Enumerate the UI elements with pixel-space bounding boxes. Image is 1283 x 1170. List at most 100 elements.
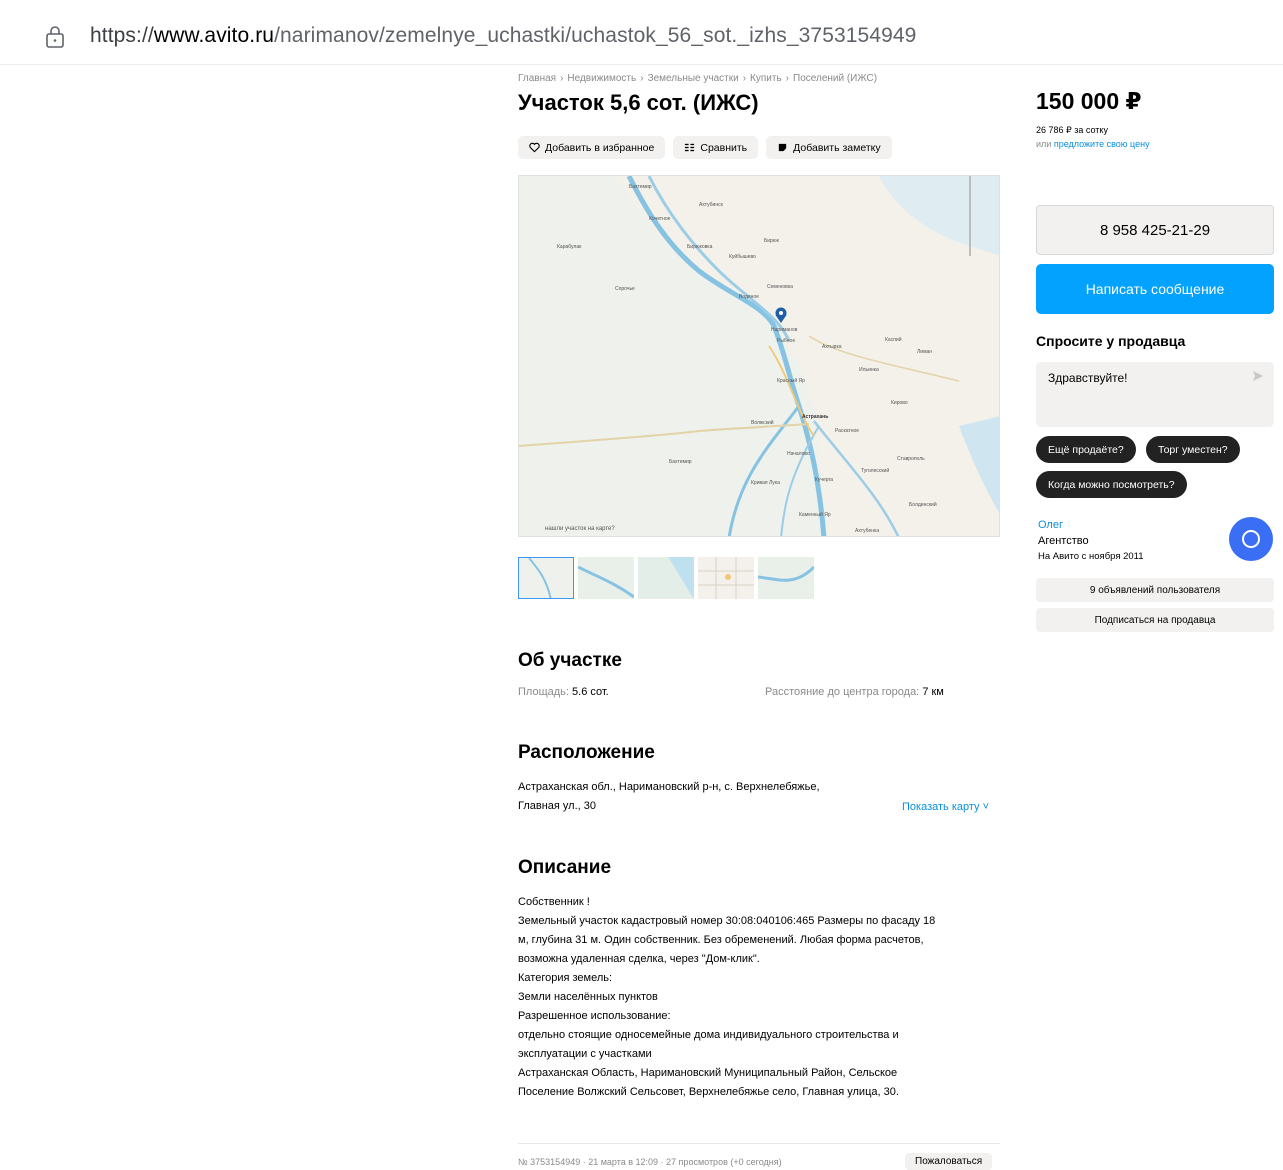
description-line: Земли населённых пунктов — [518, 991, 658, 1003]
note-icon — [778, 143, 787, 152]
area-label: Площадь: — [518, 686, 569, 698]
description-line: Астраханская Область, Наримановский Муни… — [518, 1067, 898, 1079]
compare-button[interactable]: Сравнить — [673, 136, 759, 159]
thumbnail-3[interactable] — [638, 557, 694, 599]
send-icon[interactable] — [1252, 370, 1264, 382]
breadcrumb-item-realty[interactable]: Недвижимость — [567, 73, 636, 84]
distance-label: Расстояние до центра города: — [765, 686, 920, 698]
map-label: Семеновка — [767, 284, 793, 290]
complain-button[interactable]: Пожаловаться — [905, 1153, 993, 1170]
add-note-button[interactable]: Добавить заметку — [766, 136, 892, 159]
map-label: Кривая Лука — [751, 480, 780, 486]
seller-type: Агентство — [1038, 535, 1089, 547]
map-label: Нариманов — [771, 327, 798, 333]
heart-icon — [529, 142, 540, 153]
about-heading: Об участке — [518, 650, 622, 671]
map-label: Бахтемир — [669, 459, 692, 465]
quick-reply-when-view[interactable]: Когда можно посмотреть? — [1036, 471, 1187, 498]
map-label: Каменный Яр — [799, 511, 831, 518]
listing-actions: Добавить в избранное Сравнить Добавить з… — [518, 136, 892, 159]
map-label: Ильинка — [859, 367, 879, 373]
phone-button[interactable]: 8 958 425-21-29 — [1036, 205, 1274, 255]
add-note-label: Добавить заметку — [793, 141, 881, 154]
map-label: Бирюк — [764, 238, 780, 244]
description-line: возможна удаленная сделка, через "Дом-кл… — [518, 953, 760, 965]
ask-seller-text: Здравствуйте! — [1048, 371, 1128, 385]
map-label: Началово — [787, 451, 810, 457]
add-to-favorites-button[interactable]: Добавить в избранное — [518, 136, 666, 159]
thumbnail-4[interactable] — [698, 557, 754, 599]
offer-price-link[interactable]: предложите свою цену — [1054, 139, 1150, 149]
compare-icon — [685, 143, 695, 152]
compare-label: Сравнить — [700, 141, 748, 154]
map-label: Бирюковка — [687, 244, 713, 250]
description-line: отдельно стоящие односемейные дома индив… — [518, 1029, 899, 1041]
map-label: Куйбышево — [729, 253, 756, 260]
offer-price: или предложите свою цену — [1036, 139, 1150, 149]
map-label: Ставрополь — [897, 456, 925, 462]
image-thumbnails — [518, 557, 814, 599]
browser-address-bar: https://www.avito.ru/narimanov/zemelnye_… — [0, 0, 1283, 65]
breadcrumb-item-izhs[interactable]: Поселений (ИЖС) — [793, 73, 877, 84]
lock-icon[interactable] — [45, 26, 65, 48]
area-param: Площадь: 5.6 сот. — [518, 686, 609, 698]
divider — [518, 1143, 1000, 1144]
map-label: Волжский — [751, 419, 774, 426]
map-label: Ахтубенка — [855, 528, 879, 534]
write-message-button[interactable]: Написать сообщение — [1036, 264, 1274, 314]
description-line: Земельный участок кадастровый номер 30:0… — [518, 915, 936, 927]
listing-map-image[interactable]: Бахтемир Ахтубинск Кочетное Карабулак Би… — [518, 175, 1000, 537]
map-drawing: Бахтемир Ахтубинск Кочетное Карабулак Би… — [519, 176, 999, 536]
location-heading: Расположение — [518, 742, 655, 763]
map-scrollbar[interactable] — [969, 176, 971, 256]
breadcrumb-separator: › — [785, 73, 789, 84]
distance-value: 7 км — [922, 686, 944, 698]
description-line: эксплуатации с участками — [518, 1048, 652, 1060]
map-label: Ахтырка — [822, 344, 842, 350]
description-line: Собственник ! — [518, 896, 590, 908]
breadcrumb-separator: › — [742, 73, 747, 84]
description-line: м, глубина 31 м. Один собственник. Без о… — [518, 934, 924, 946]
map-caption: нашли участок на карте? — [545, 526, 615, 532]
description-text: Собственник ! Земельный участок кадастро… — [518, 893, 998, 1102]
thumbnail-5[interactable] — [758, 557, 814, 599]
avatar[interactable] — [1229, 517, 1273, 561]
listing-meta: № 3753154949 · 21 марта в 12:09 · 27 про… — [518, 1157, 782, 1167]
ask-seller-heading: Спросите у продавца — [1036, 333, 1186, 349]
quick-reply-bargain[interactable]: Торг уместен? — [1146, 436, 1240, 463]
area-value: 5.6 сот. — [572, 686, 609, 698]
distance-param: Расстояние до центра города: 7 км — [765, 686, 944, 698]
price-per-sotka: 26 786 ₽ за сотку — [1036, 125, 1108, 135]
seller-name-link[interactable]: Олег — [1038, 519, 1063, 531]
breadcrumb-item-buy[interactable]: Купить — [750, 73, 782, 84]
map-label: Кочетное — [649, 216, 671, 222]
description-line: Категория земель: — [518, 972, 613, 984]
description-heading: Описание — [518, 857, 612, 878]
thumbnail-1[interactable] — [518, 557, 574, 599]
ask-seller-input[interactable]: Здравствуйте! — [1036, 362, 1274, 427]
map-label: Рыбное — [777, 338, 795, 344]
breadcrumb-item-home[interactable]: Главная — [518, 73, 556, 84]
address: Астраханская обл., Наримановский р-н, с.… — [518, 778, 878, 816]
url-field[interactable]: https://www.avito.ru/narimanov/zemelnye_… — [90, 24, 916, 48]
url-path: /narimanov/zemelnye_uchastki/uchastok_56… — [274, 24, 917, 47]
avatar-ring-icon — [1242, 530, 1260, 548]
description-line: Разрешенное использование: — [518, 1010, 671, 1022]
quick-reply-still-selling[interactable]: Ещё продаёте? — [1036, 436, 1136, 463]
seller-since: На Авито с ноября 2011 — [1038, 551, 1144, 562]
map-label: Карабулак — [557, 244, 582, 250]
map-label: Ахтубинск — [699, 202, 724, 208]
breadcrumb: Главная › Недвижимость › Земельные участки › К… — [518, 73, 877, 84]
map-label: Лиман — [917, 349, 932, 355]
address-line-1: Астраханская обл., Наримановский р-н, с.… — [518, 781, 820, 793]
show-map-link[interactable]: Показать карту ˅ — [902, 801, 989, 813]
breadcrumb-item-land[interactable]: Земельные участки — [648, 73, 739, 84]
map-label: Болдинский — [909, 501, 937, 508]
thumbnail-2[interactable] — [578, 557, 634, 599]
map-label: Каспий — [885, 336, 902, 343]
price: 150 000 ₽ — [1036, 88, 1142, 114]
subscribe-seller-button[interactable]: Подписаться на продавца — [1036, 608, 1274, 632]
breadcrumb-separator: › — [640, 73, 644, 84]
user-listings-button[interactable]: 9 объявлений пользователя — [1036, 578, 1274, 602]
address-line-2: Главная ул., 30 — [518, 800, 597, 812]
